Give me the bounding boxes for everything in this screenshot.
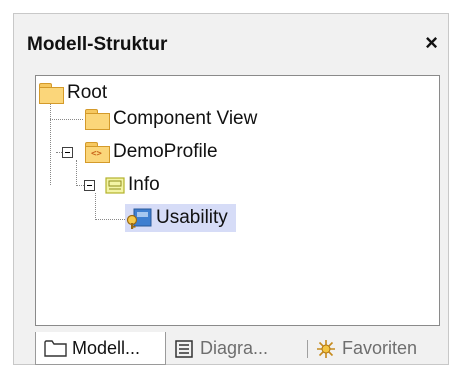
tab-label: Favoriten [342, 338, 418, 358]
tree-connector [76, 185, 84, 186]
tree-connector [95, 219, 125, 220]
tab-label: Diagra... [200, 338, 269, 358]
tab-favoriten[interactable]: Favoriten [316, 332, 417, 365]
tree-connector [50, 103, 51, 185]
tree-connector [76, 160, 77, 186]
tree-item-label: DemoProfile [113, 141, 218, 162]
stereotype-icon [125, 206, 153, 230]
tab-separator [307, 340, 308, 358]
tree-item-label: Root [67, 82, 108, 103]
diagram-tree-icon [173, 339, 195, 359]
folder-outline-icon [44, 338, 68, 358]
tab-diagramme[interactable]: Diagra... [173, 332, 268, 365]
tree-item-root[interactable]: Root [39, 79, 110, 107]
collapse-toggle[interactable] [84, 180, 95, 191]
tree-item-label: Component View [113, 108, 258, 129]
tab-label: Modell... [72, 337, 141, 358]
package-icon [105, 176, 125, 194]
tree-item-label: Usability [156, 207, 228, 228]
close-icon[interactable]: × [425, 30, 438, 56]
tree-connector [95, 193, 96, 220]
tree-item-info[interactable]: Info [105, 171, 163, 199]
model-structure-panel: Modell-Struktur × Root Component View <>… [13, 13, 449, 365]
folder-icon [85, 109, 110, 130]
tree-item-usability[interactable]: Usability [125, 204, 236, 232]
tree-item-demoprofile[interactable]: <> DemoProfile [85, 138, 221, 166]
panel-titlebar: Modell-Struktur × [14, 14, 448, 66]
panel-title: Modell-Struktur [27, 34, 168, 55]
star-burst-icon [316, 339, 336, 359]
tab-modell[interactable]: Modell... [35, 332, 166, 365]
tree-connector [50, 119, 83, 120]
profile-folder-icon: <> [85, 142, 110, 163]
panel-tab-bar: Modell... Diagra... Favoriten [14, 332, 448, 365]
collapse-toggle[interactable] [62, 147, 73, 158]
model-tree[interactable]: Root Component View <> DemoProfile Info … [35, 75, 440, 326]
tree-item-component-view[interactable]: Component View [85, 105, 260, 133]
folder-icon [39, 83, 64, 104]
tree-item-label: Info [128, 174, 160, 195]
